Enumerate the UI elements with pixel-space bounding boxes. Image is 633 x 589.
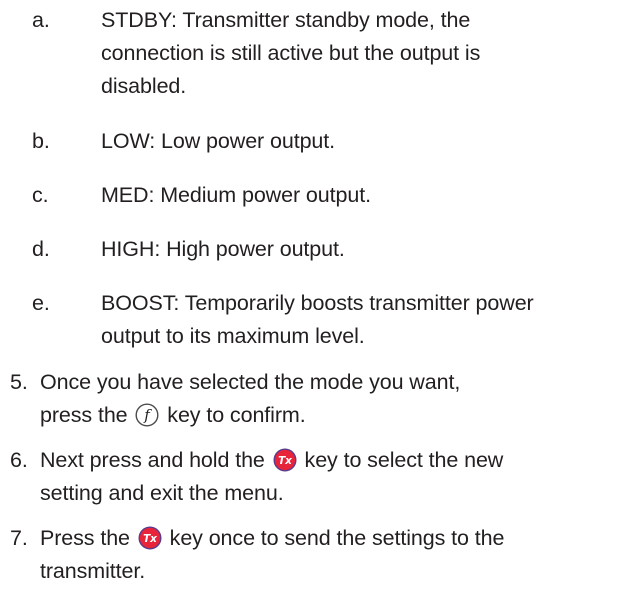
list-marker: c. <box>32 183 49 207</box>
svg-text:Tx: Tx <box>143 533 158 545</box>
step-text: key to confirm. <box>167 403 306 427</box>
list-text-line: output to its maximum level. <box>101 324 365 348</box>
step-number: 5. <box>10 370 28 394</box>
svg-text:Tx: Tx <box>278 455 293 467</box>
list-text-line: BOOST: Temporarily boosts transmitter po… <box>101 291 534 315</box>
list-marker: a. <box>32 8 50 32</box>
list-text-line: disabled. <box>101 74 187 98</box>
list-marker: b. <box>32 129 50 153</box>
step-6: 6. Next press and hold the Tx key to sel… <box>10 444 625 510</box>
list-marker: e. <box>32 291 50 315</box>
step-text-line: press the f key to confirm. <box>40 399 306 432</box>
list-text-line: STDBY: Transmitter standby mode, the <box>101 8 471 32</box>
step-text-line: setting and exit the menu. <box>40 481 284 505</box>
step-7: 7. Press the Tx key once to send the set… <box>10 522 625 588</box>
tx-key-icon: Tx <box>138 526 162 550</box>
f-key-icon: f <box>135 403 159 427</box>
step-text-line: transmitter. <box>40 559 146 583</box>
list-text-line: LOW: Low power output. <box>101 129 336 153</box>
tx-key-icon: Tx <box>273 448 297 472</box>
step-5: 5. Once you have selected the mode you w… <box>10 366 625 432</box>
list-text-line: MED: Medium power output. <box>101 183 371 207</box>
step-number: 6. <box>10 448 28 472</box>
step-text: Next press and hold the <box>40 448 265 472</box>
list-item-high: d. HIGH: High power output. <box>32 233 612 266</box>
step-text: press the <box>40 403 128 427</box>
list-item-stdby: a. STDBY: Transmitter standby mode, the … <box>32 4 612 104</box>
list-text-line: connection is still active but the outpu… <box>101 41 481 65</box>
step-text: key once to send the settings to the <box>169 526 505 550</box>
step-text: Once you have selected the mode you want… <box>40 370 461 394</box>
step-text-line: Once you have selected the mode you want… <box>40 366 460 399</box>
list-item-boost: e. BOOST: Temporarily boosts transmitter… <box>32 287 627 353</box>
list-item-low: b. LOW: Low power output. <box>32 125 612 158</box>
step-text-line: Press the Tx key once to send the settin… <box>40 522 504 555</box>
step-text-line: Next press and hold the Tx key to select… <box>40 444 503 477</box>
step-text: Press the <box>40 526 130 550</box>
step-number: 7. <box>10 526 28 550</box>
step-text: key to select the new <box>304 448 504 472</box>
list-text-line: HIGH: High power output. <box>101 237 345 261</box>
list-marker: d. <box>32 237 50 261</box>
manual-page: a. STDBY: Transmitter standby mode, the … <box>0 0 633 589</box>
list-item-med: c. MED: Medium power output. <box>32 179 612 212</box>
